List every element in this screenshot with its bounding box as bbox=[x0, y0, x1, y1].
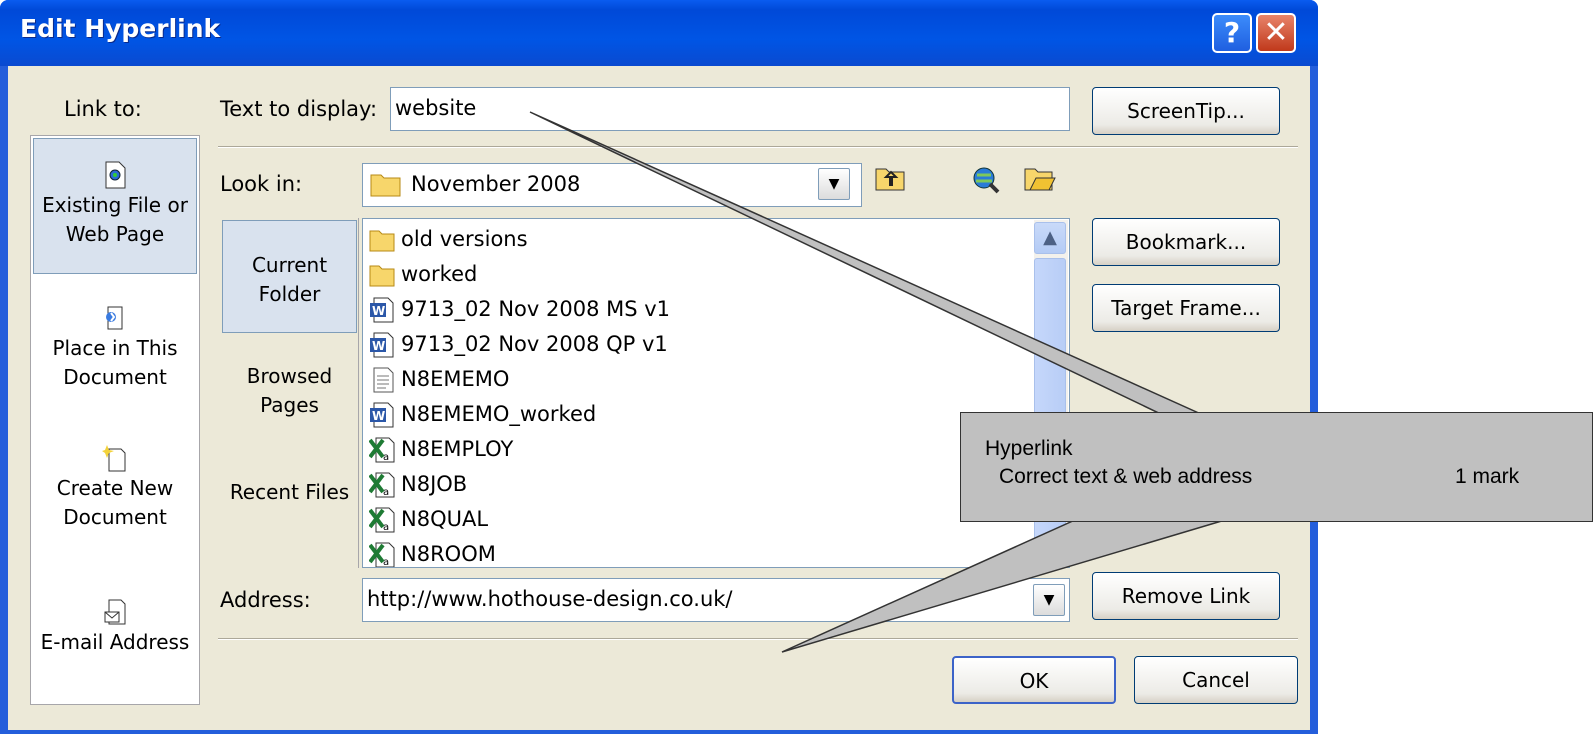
annotation-criterion: Correct text & web address bbox=[999, 465, 1253, 488]
callout-pointers bbox=[529, 111, 1233, 653]
annotation-marks: 1 mark bbox=[1455, 465, 1520, 488]
annotation-heading: Hyperlink bbox=[985, 437, 1073, 460]
annotation-callout: Hyperlink Correct text & web address 1 m… bbox=[960, 412, 1593, 522]
